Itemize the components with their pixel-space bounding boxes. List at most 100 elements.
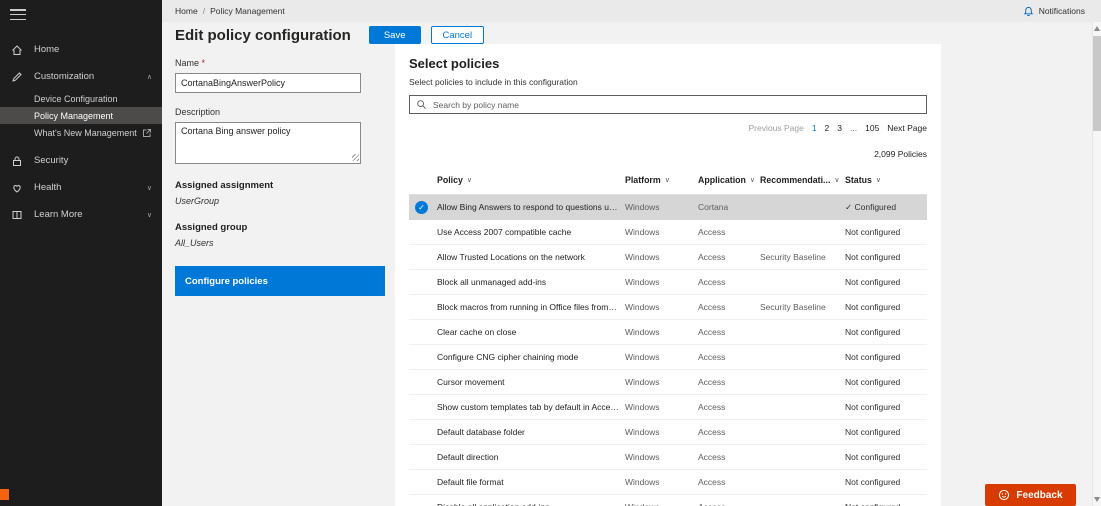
resize-handle[interactable] (352, 154, 359, 161)
row-policy: Block macros from running in Office file… (437, 302, 625, 312)
name-field[interactable] (175, 73, 361, 93)
table-row[interactable]: Disable all application add-ins Windows … (409, 495, 927, 506)
table-row[interactable]: Block macros from running in Office file… (409, 295, 927, 320)
column-header-recommendation[interactable]: Recommendati...∨ (760, 175, 845, 185)
sidebar-item-learn-more[interactable]: Learn More ∨ (0, 201, 162, 228)
sort-chevron-icon: ∨ (750, 176, 755, 184)
scroll-down-icon[interactable] (1094, 497, 1100, 502)
breadcrumb-home-link[interactable]: Home (175, 6, 198, 16)
row-status: Not configured (845, 277, 927, 287)
table-row[interactable]: Configure CNG cipher chaining mode Windo… (409, 345, 927, 370)
table-row[interactable]: Show custom templates tab by default in … (409, 395, 927, 420)
sidebar-item-label: Customization (34, 71, 94, 82)
sidebar-item-home[interactable]: Home (0, 36, 162, 63)
table-row[interactable]: Default direction Windows Access Not con… (409, 445, 927, 470)
table-row[interactable]: Default file format Windows Access Not c… (409, 470, 927, 495)
table-row[interactable]: Clear cache on close Windows Access Not … (409, 320, 927, 345)
row-platform: Windows (625, 202, 698, 212)
sidebar: Home Customization ∧ Device Configuratio… (0, 0, 162, 506)
scrollbar-thumb[interactable] (1093, 36, 1101, 131)
row-application: Access (698, 327, 760, 337)
table-row[interactable]: Block all unmanaged add-ins Windows Acce… (409, 270, 927, 295)
policy-search-box[interactable] (409, 95, 927, 114)
page-link-2[interactable]: 2 (825, 123, 830, 133)
scroll-up-icon[interactable] (1094, 26, 1100, 31)
sidebar-item-security[interactable]: Security (0, 147, 162, 174)
row-platform: Windows (625, 302, 698, 312)
assigned-assignment-label: Assigned assignment (175, 180, 387, 191)
heart-icon (11, 182, 24, 194)
required-asterisk: * (202, 58, 206, 68)
row-recommendation: Security Baseline (760, 302, 845, 312)
notifications-button[interactable]: Notifications (1023, 6, 1085, 17)
table-row[interactable]: Use Access 2007 compatible cache Windows… (409, 220, 927, 245)
row-status: Not configured (845, 252, 927, 262)
sidebar-item-whats-new-management[interactable]: What's New Management (0, 124, 162, 141)
table-row[interactable]: Default database folder Windows Access N… (409, 420, 927, 445)
sidebar-nav: Home Customization ∧ Device Configuratio… (0, 36, 162, 228)
sidebar-item-label: Security (34, 155, 68, 166)
save-button[interactable]: Save (369, 26, 421, 44)
column-header-policy[interactable]: Policy∨ (437, 175, 625, 185)
row-platform: Windows (625, 502, 698, 506)
row-application: Access (698, 277, 760, 287)
row-platform: Windows (625, 427, 698, 437)
description-field[interactable]: Cortana Bing answer policy (175, 122, 361, 164)
sidebar-item-policy-management[interactable]: Policy Management (0, 107, 162, 124)
home-icon (11, 44, 24, 56)
sort-chevron-icon: ∨ (834, 176, 839, 184)
sidebar-item-label: Device Configuration (34, 94, 118, 104)
menu-icon[interactable] (10, 9, 26, 20)
sidebar-item-label: What's New Management (34, 128, 137, 138)
search-input[interactable] (433, 100, 920, 110)
column-header-application[interactable]: Application∨ (698, 175, 760, 185)
content: Edit policy configuration Save Cancel Na… (162, 22, 1101, 506)
row-platform: Windows (625, 252, 698, 262)
row-application: Access (698, 477, 760, 487)
previous-page-link[interactable]: Previous Page (749, 123, 804, 133)
feedback-button[interactable]: Feedback (985, 484, 1076, 506)
assigned-group-label: Assigned group (175, 222, 387, 233)
lock-icon (11, 155, 24, 167)
page-link-105[interactable]: 105 (865, 123, 879, 133)
row-platform: Windows (625, 327, 698, 337)
breadcrumb-current: Policy Management (210, 6, 285, 16)
row-status: Not configured (845, 227, 927, 237)
feedback-label: Feedback (1016, 490, 1062, 501)
row-select-cell[interactable]: ✓ (409, 201, 437, 214)
vertical-scrollbar[interactable] (1092, 22, 1101, 506)
table-row[interactable]: ✓ Allow Bing Answers to respond to quest… (409, 195, 927, 220)
row-status: Not configured (845, 502, 927, 506)
row-policy: Block all unmanaged add-ins (437, 277, 625, 287)
row-policy: Allow Trusted Locations on the network (437, 252, 625, 262)
sort-chevron-icon: ∨ (665, 176, 670, 184)
configure-policies-tab[interactable]: Configure policies (175, 266, 385, 296)
sidebar-item-label: Learn More (34, 209, 83, 220)
row-status: Not configured (845, 477, 927, 487)
column-header-platform[interactable]: Platform∨ (625, 175, 698, 185)
next-page-link[interactable]: Next Page (887, 123, 927, 133)
sidebar-item-label: Home (34, 44, 59, 55)
table-row[interactable]: Allow Trusted Locations on the network W… (409, 245, 927, 270)
row-application: Access (698, 502, 760, 506)
row-platform: Windows (625, 477, 698, 487)
row-policy: Allow Bing Answers to respond to questio… (437, 202, 625, 212)
cancel-button[interactable]: Cancel (431, 26, 485, 44)
sidebar-item-device-configuration[interactable]: Device Configuration (0, 90, 162, 107)
row-status: Not configured (845, 352, 927, 362)
row-policy: Default file format (437, 477, 625, 487)
page-link-3[interactable]: 3 (837, 123, 842, 133)
column-header-status[interactable]: Status∨ (845, 175, 927, 185)
chevron-up-icon: ∧ (147, 73, 152, 81)
pagination: Previous Page 1 2 3 ... 105 Next Page (409, 123, 927, 133)
book-icon (11, 209, 24, 221)
name-label: Name * (175, 58, 387, 68)
sidebar-item-health[interactable]: Health ∨ (0, 174, 162, 201)
row-application: Access (698, 227, 760, 237)
row-status: Not configured (845, 427, 927, 437)
table-row[interactable]: Cursor movement Windows Access Not confi… (409, 370, 927, 395)
page-link-1[interactable]: 1 (812, 123, 817, 133)
sidebar-item-customization[interactable]: Customization ∧ (0, 63, 162, 90)
row-policy: Cursor movement (437, 377, 625, 387)
top-strip: Home / Policy Management Notifications (162, 0, 1101, 22)
